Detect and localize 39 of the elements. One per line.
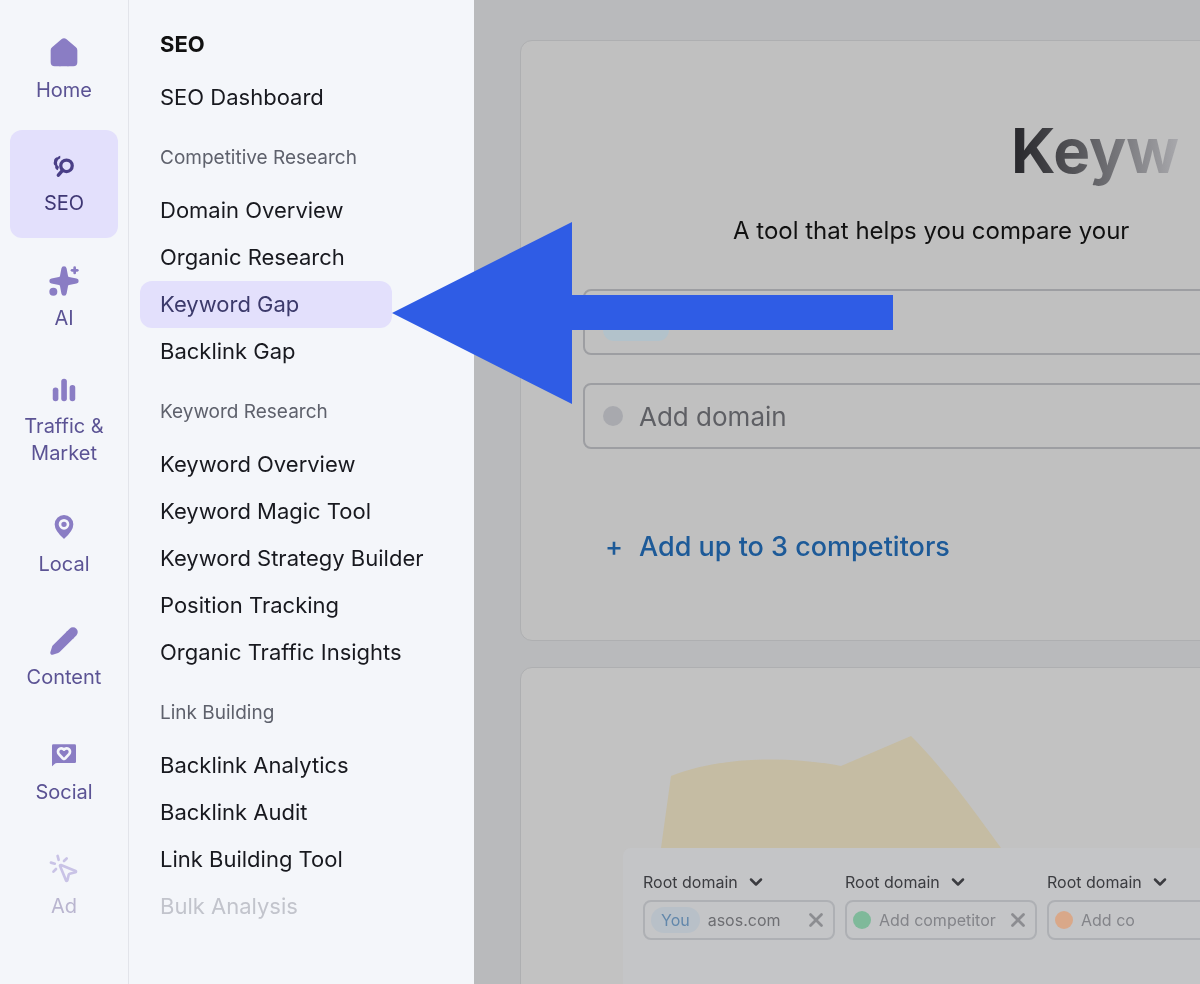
nav-rail-item[interactable]: AI [10,244,118,352]
menu-item[interactable]: Keyword Overview [140,441,392,488]
menu-item[interactable]: Organic Traffic Insights [140,629,414,676]
section-heading: Competitive Research [160,145,357,171]
menu-item[interactable]: Organic Research [140,234,392,281]
domain-value: asos.com [707,909,781,932]
nav-rail-item[interactable]: Social [10,718,118,826]
you-badge: You [651,907,700,933]
pencil-icon [49,625,79,656]
menu-item[interactable]: Keyword Magic Tool [140,488,392,535]
nav-rail-item[interactable]: Home [10,16,118,124]
cursor-click-icon [48,852,80,885]
sparkles-icon [48,264,80,297]
section-heading: Link Building [160,700,275,726]
menu-item[interactable]: Keyword Gap [140,281,392,328]
menu-item[interactable]: Keyword Strategy Builder [140,535,436,582]
root-domain-dropdown[interactable]: Root domain [1047,870,1200,894]
menu-item[interactable]: Backlink Analytics [140,742,392,789]
menu-title: SEO [160,30,206,59]
competitor-placeholder: Add competitor [879,909,996,932]
add-competitors-link[interactable]: + Add up to 3 competitors [605,527,950,568]
nav-rail-item[interactable]: SEO [10,130,118,238]
page-subtitle: A tool that helps you compare your [733,215,1131,247]
section-heading: Keyword Research [160,399,328,425]
root-domain-dropdown[interactable]: Root domain [643,870,835,894]
menu-item[interactable]: SEO Dashboard [140,74,392,121]
nav-rail-item[interactable]: Traffic & Market [10,358,118,484]
menu-item[interactable]: Backlink Gap [140,328,392,375]
menu-item[interactable]: Backlink Audit [140,789,392,836]
menu-item[interactable]: Domain Overview [140,187,392,234]
nav-rail-item[interactable]: Local [10,490,118,598]
domain-input-field[interactable]: Add domain [583,383,1200,449]
home-icon [48,36,80,69]
nav-rail-item[interactable]: Content [10,604,118,712]
menu-item[interactable]: Link Building Tool [140,836,392,883]
domain-input-field[interactable] [583,289,1200,355]
root-domain-dropdown[interactable]: Root domain [845,870,1037,894]
competitor-placeholder: Add co [1081,909,1135,932]
menu-item[interactable]: Position Tracking [140,582,392,629]
